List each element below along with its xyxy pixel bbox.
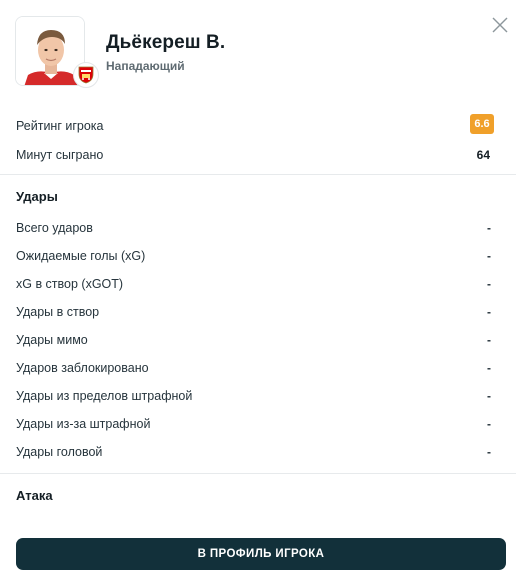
stat-value: - [487, 417, 491, 431]
stat-label: Удары из пределов штрафной [16, 389, 193, 403]
stat-value: - [487, 389, 491, 403]
attack-section-title: Атака [16, 488, 53, 503]
shots-section-title: Удары [16, 189, 58, 204]
stat-row: Удары головой - [0, 438, 516, 466]
stat-label: Всего ударов [16, 221, 93, 235]
stat-value: - [487, 445, 491, 459]
rating-badge: 6.6 [470, 114, 494, 134]
stat-value: - [487, 249, 491, 263]
stat-row: Всего ударов - [0, 214, 516, 242]
stat-label: Удары в створ [16, 305, 100, 319]
shots-list: Всего ударов - Ожидаемые голы (xG) - xG … [0, 214, 516, 466]
rating-label: Рейтинг игрока [16, 118, 104, 133]
player-header: Дьёкереш В. Нападающий [15, 16, 475, 88]
stat-row: Удары из пределов штрафной - [0, 382, 516, 410]
stat-value: - [487, 333, 491, 347]
player-profile-button[interactable]: В ПРОФИЛЬ ИГРОКА [16, 538, 506, 570]
stat-value: - [487, 361, 491, 375]
stat-value: - [487, 305, 491, 319]
divider [0, 473, 516, 474]
summary-section: Рейтинг игрока 6.6 Минут сыграно 64 [0, 111, 516, 169]
stat-row: Ожидаемые голы (xG) - [0, 242, 516, 270]
player-name: Дьёкереш В. [106, 32, 226, 53]
stat-label: Удары головой [16, 445, 103, 459]
stat-row: xG в створ (xGOT) - [0, 270, 516, 298]
stat-value: - [487, 277, 491, 291]
player-stats-card: Дьёкереш В. Нападающий Рейтинг игрока 6.… [0, 0, 516, 584]
minutes-label: Минут сыграно [16, 147, 104, 162]
arsenal-crest-icon [73, 62, 99, 88]
player-position: Нападающий [106, 59, 185, 73]
stat-row: Удары мимо - [0, 326, 516, 354]
minutes-value: 64 [476, 147, 490, 162]
stat-row: Удары из-за штрафной - [0, 410, 516, 438]
stat-label: Удары мимо [16, 333, 88, 347]
stat-label: Удары из-за штрафной [16, 417, 151, 431]
stat-row: Ударов заблокировано - [0, 354, 516, 382]
rating-row: Рейтинг игрока 6.6 [0, 111, 516, 140]
divider [0, 174, 516, 175]
close-icon[interactable] [490, 15, 510, 35]
stat-row: Удары в створ - [0, 298, 516, 326]
stat-label: Ударов заблокировано [16, 361, 149, 375]
minutes-row: Минут сыграно 64 [0, 140, 516, 169]
stat-label: xG в створ (xGOT) [16, 277, 124, 291]
stat-label: Ожидаемые голы (xG) [16, 249, 146, 263]
stat-value: - [487, 221, 491, 235]
